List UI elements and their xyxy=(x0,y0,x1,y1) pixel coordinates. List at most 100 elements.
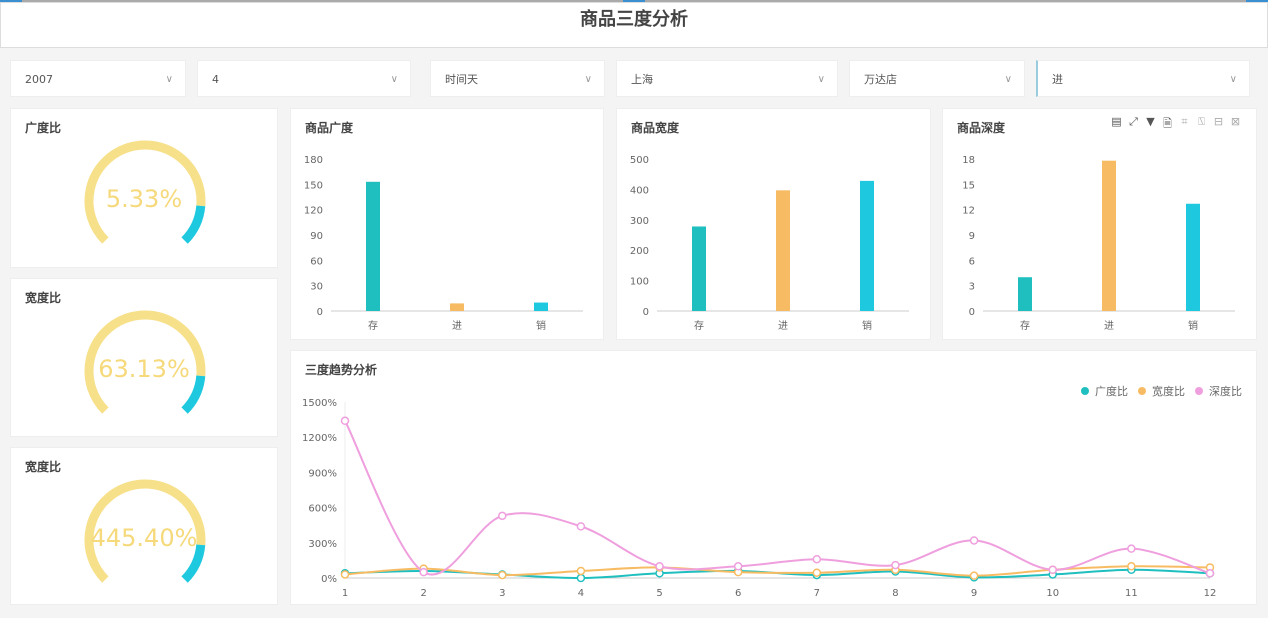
x-tick-label: 10 xyxy=(1046,588,1059,599)
x-tick-label: 11 xyxy=(1125,588,1138,599)
bar xyxy=(1018,277,1032,311)
x-tick-label: 3 xyxy=(499,588,505,599)
x-tick-label: 销 xyxy=(536,319,546,332)
x-tick-label: 存 xyxy=(368,319,378,332)
legend-item[interactable]: 深度比 xyxy=(1195,383,1242,399)
select-value: 上海 xyxy=(631,73,653,86)
zoom-select-icon[interactable]: ⌗ xyxy=(1178,115,1191,134)
chart-title: 商品深度 xyxy=(957,121,1006,135)
close-icon[interactable]: ⊠ xyxy=(1229,115,1242,134)
y-tick-label: 500 xyxy=(630,155,649,166)
x-tick-label: 5 xyxy=(656,588,662,599)
data-point xyxy=(655,562,664,571)
data-point xyxy=(576,573,586,583)
store-select[interactable]: 万达店 ∨ xyxy=(849,60,1025,97)
x-tick-label: 6 xyxy=(735,588,741,599)
gauge-value: 5.33% xyxy=(105,185,183,213)
data-point xyxy=(1127,562,1136,571)
x-tick-label: 进 xyxy=(778,320,788,332)
y-tick-label: 1500% xyxy=(302,398,337,409)
export-icon[interactable]: 🗎 xyxy=(1161,115,1174,134)
legend-item[interactable]: 宽度比 xyxy=(1138,383,1185,399)
gauge-title: 广度比 xyxy=(25,121,62,135)
width-bar-chart: 0 100 200 300 400 500 存 进 销 xyxy=(630,155,909,332)
data-point xyxy=(1048,565,1057,575)
select-value: 2007 xyxy=(25,73,53,86)
y-tick-label: 90 xyxy=(310,231,323,242)
y-tick-label: 9 xyxy=(969,231,975,242)
select-value: 万达店 xyxy=(864,73,897,86)
data-point xyxy=(419,567,428,577)
legend-item[interactable]: 广度比 xyxy=(1081,383,1128,399)
chevron-down-icon: ∨ xyxy=(390,74,398,85)
chart-toolbox: ▤ ⤢ ▼ 🗎 ⌗ ⍂ ⊟ ⊠ xyxy=(1110,115,1242,134)
x-tick-label: 9 xyxy=(971,588,977,599)
x-tick-label: 7 xyxy=(814,588,820,599)
bar xyxy=(1102,160,1116,311)
x-tick-label: 存 xyxy=(1020,319,1030,332)
x-tick-label: 2 xyxy=(420,588,426,599)
y-tick-label: 300 xyxy=(630,216,649,227)
type-select[interactable]: 进 ∨ xyxy=(1036,60,1250,97)
y-tick-label: 6 xyxy=(969,256,975,267)
bar xyxy=(692,226,706,311)
y-tick-label: 18 xyxy=(962,155,975,166)
x-tick-label: 销 xyxy=(1188,319,1198,332)
y-tick-label: 600% xyxy=(308,504,337,515)
data-point xyxy=(733,562,743,571)
filter-icon[interactable]: ▼ xyxy=(1144,115,1157,134)
select-value: 4 xyxy=(212,73,219,86)
y-tick-label: 0 xyxy=(317,307,323,318)
data-point xyxy=(498,570,507,580)
y-tick-label: 0 xyxy=(643,307,649,318)
x-tick-label: 4 xyxy=(578,588,584,599)
x-tick-label: 进 xyxy=(452,320,462,332)
breadth-bar-chart: 0 30 60 90 120 150 180 存 进 销 xyxy=(304,155,583,332)
city-select[interactable]: 上海 ∨ xyxy=(616,60,838,97)
x-tick-label: 8 xyxy=(892,588,898,599)
gauge-title: 宽度比 xyxy=(25,460,62,474)
y-tick-label: 180 xyxy=(304,155,323,166)
gauge-panel: 宽度比 445.40% xyxy=(10,447,278,605)
y-tick-label: 0 xyxy=(969,307,975,318)
y-tick-label: 150 xyxy=(304,180,323,191)
y-tick-label: 3 xyxy=(969,282,975,293)
data-point xyxy=(340,570,350,579)
y-tick-label: 300% xyxy=(308,539,337,550)
data-point xyxy=(969,536,979,545)
gauge-panel: 宽度比 63.13% xyxy=(10,278,278,437)
bar xyxy=(1186,203,1200,311)
bar xyxy=(860,180,874,311)
gauge-panel: 广度比 5.33% xyxy=(10,108,278,268)
page-title: 商品三度分析 xyxy=(580,9,688,30)
chart-legend: 广度比 宽度比 深度比 xyxy=(1081,383,1242,399)
depth-bar-chart: 0 3 6 9 12 15 18 存 进 销 xyxy=(962,155,1235,332)
time-unit-select[interactable]: 时间天 ∨ xyxy=(430,60,605,97)
chevron-down-icon: ∨ xyxy=(584,74,592,85)
bar xyxy=(366,181,380,311)
y-tick-label: 60 xyxy=(310,256,323,267)
chevron-down-icon: ∨ xyxy=(1229,74,1237,85)
chart-title: 商品宽度 xyxy=(631,121,680,135)
breadth-chart-panel: 商品广度 0 30 60 90 120 150 180 存 进 销 xyxy=(290,108,604,340)
select-value: 时间天 xyxy=(445,73,478,86)
fullscreen-icon[interactable]: ⤢ xyxy=(1127,115,1140,134)
zoom-reset-icon[interactable]: ⍂ xyxy=(1195,115,1208,134)
year-select[interactable]: 2007 ∨ xyxy=(10,60,186,97)
y-tick-label: 1200% xyxy=(302,433,337,444)
chevron-down-icon: ∨ xyxy=(817,74,825,85)
data-point xyxy=(576,522,586,531)
series-line xyxy=(344,420,1211,576)
gauge-value: 63.13% xyxy=(98,355,190,383)
month-select[interactable]: 4 ∨ xyxy=(197,60,411,97)
select-value: 进 xyxy=(1052,73,1063,86)
bar xyxy=(450,303,464,311)
restore-icon[interactable]: ⊟ xyxy=(1212,115,1225,134)
y-tick-label: 900% xyxy=(308,468,337,479)
bar xyxy=(534,302,548,311)
trend-chart-panel: 三度趋势分析 广度比 宽度比 深度比 0% 300% 600% 900% 1200% 15… xyxy=(290,350,1257,605)
data-view-icon[interactable]: ▤ xyxy=(1110,115,1123,134)
chart-title: 商品广度 xyxy=(305,121,354,135)
y-tick-label: 15 xyxy=(962,180,975,191)
title-bar: 商品三度分析 xyxy=(0,2,1268,48)
